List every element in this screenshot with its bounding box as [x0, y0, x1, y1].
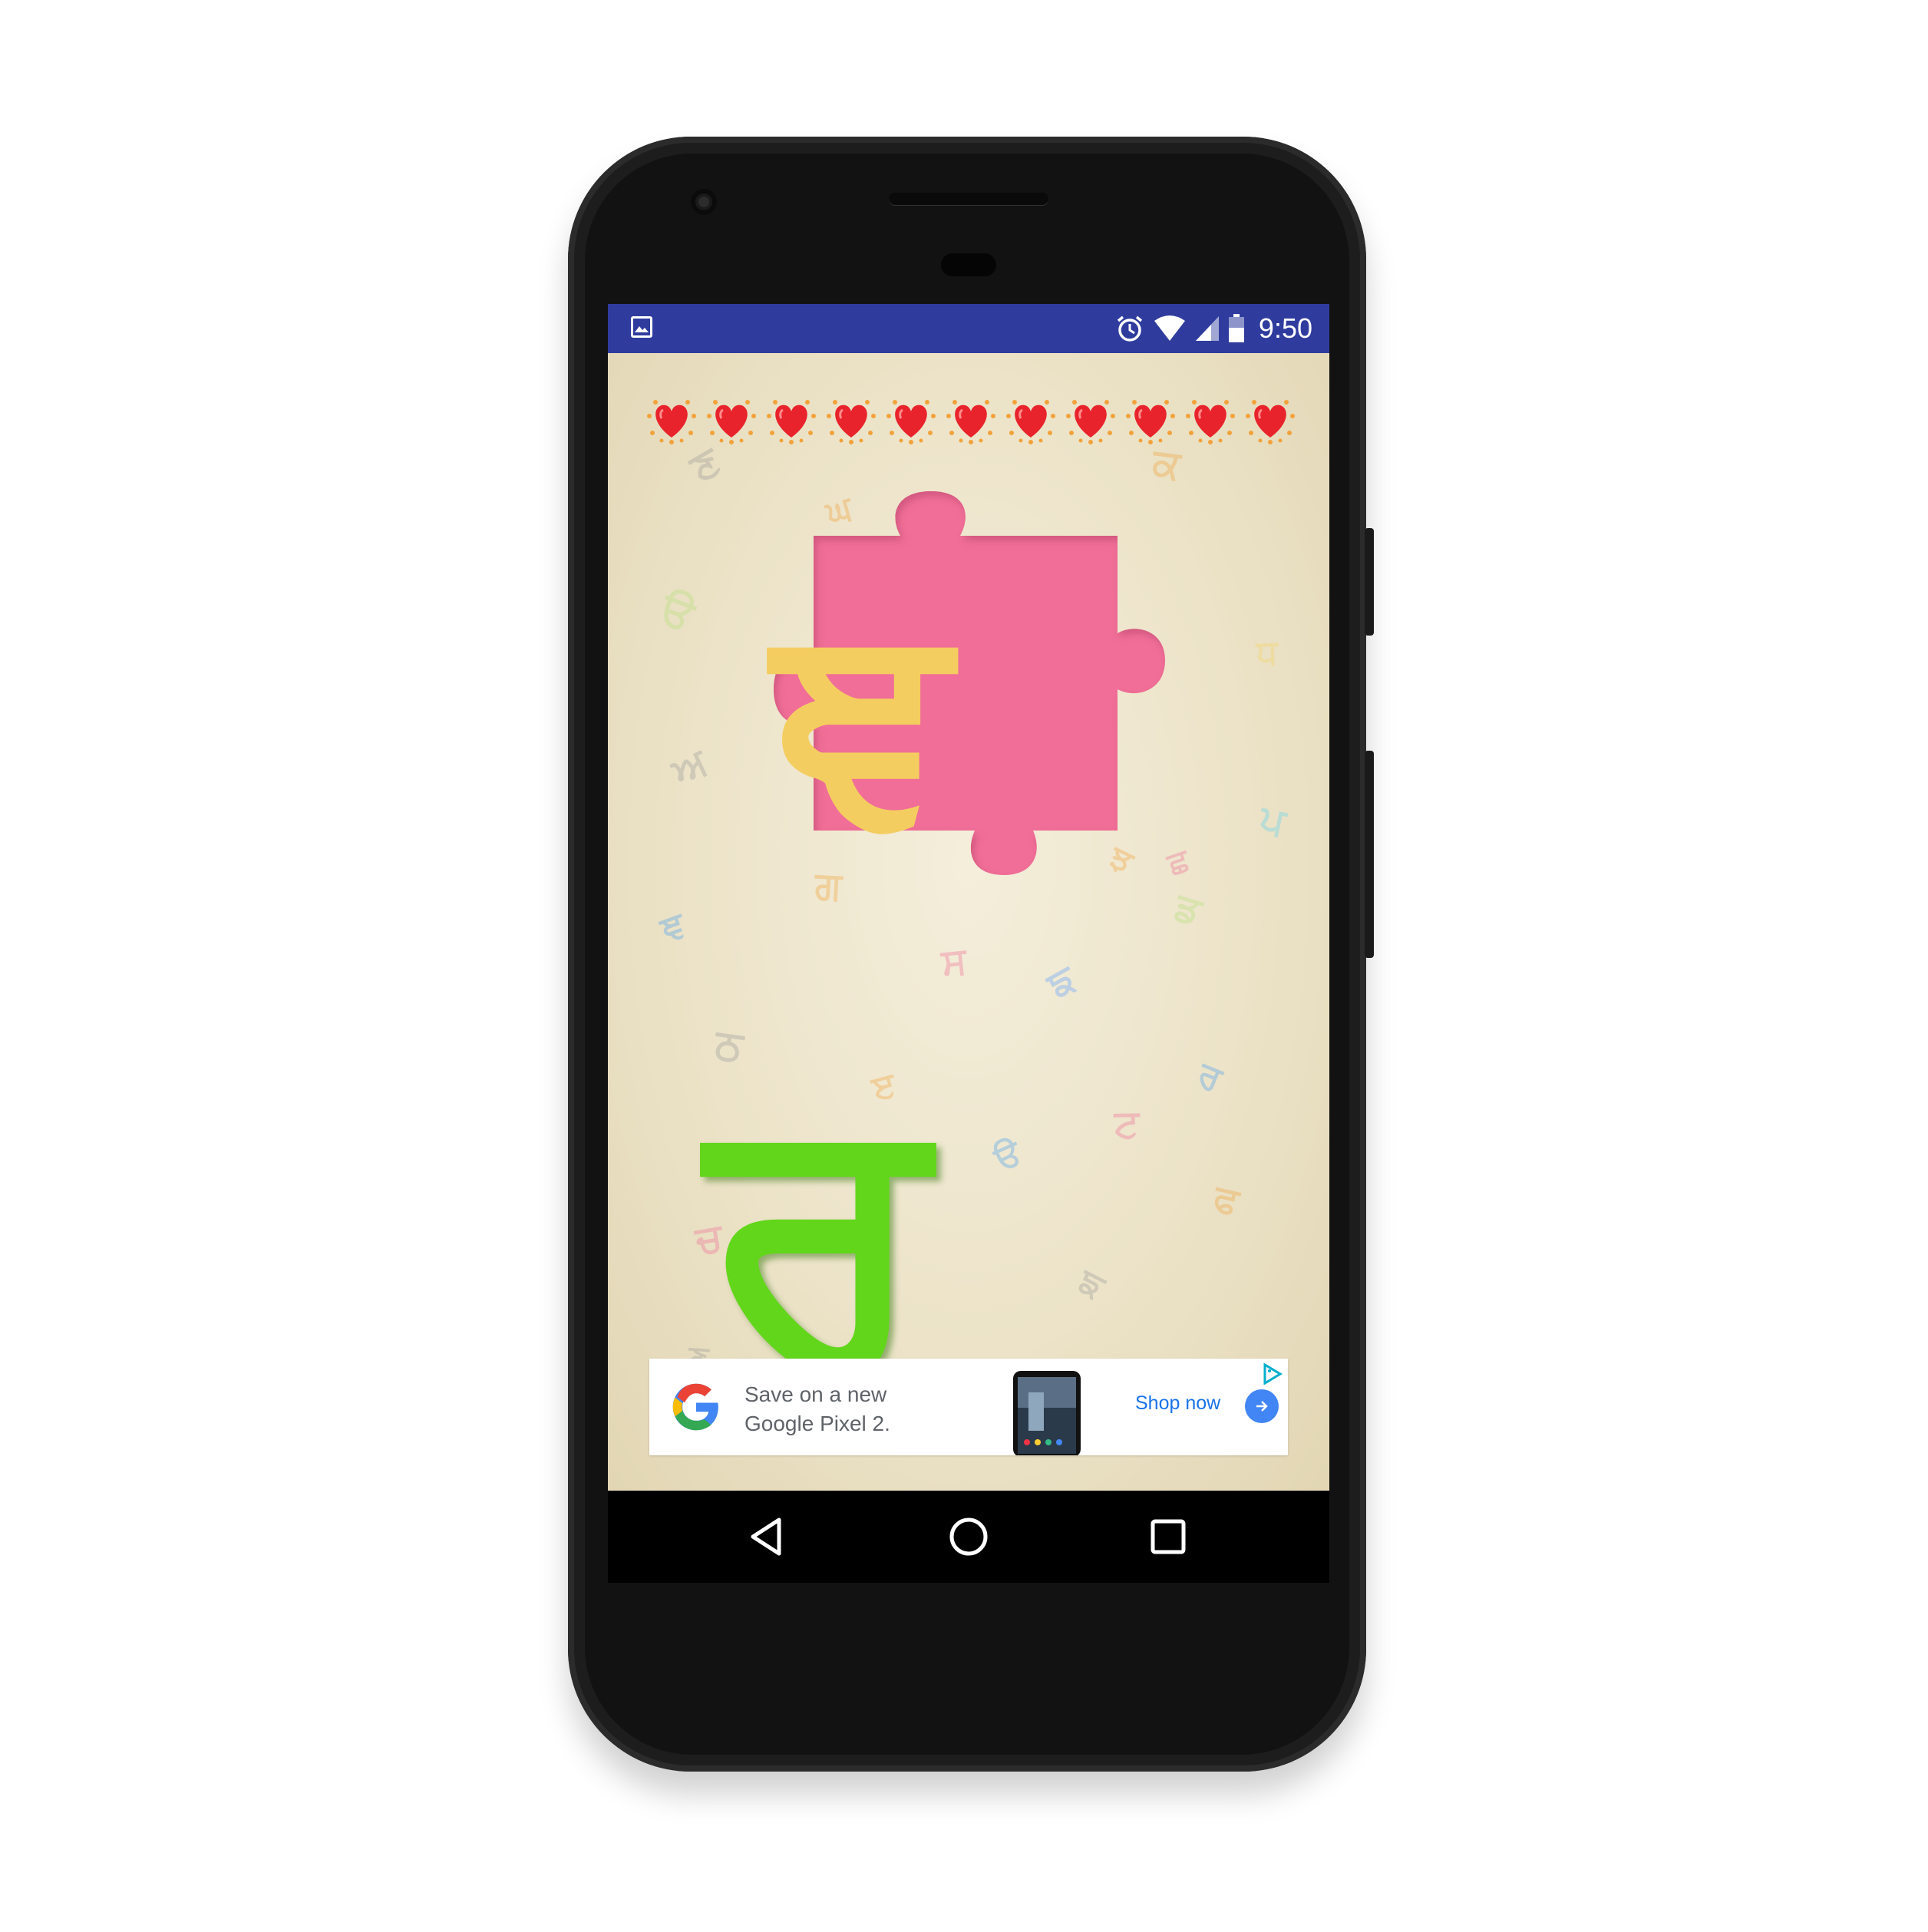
clock: 9:50: [1258, 312, 1312, 344]
image-icon: [631, 316, 652, 338]
phone-screen: 9:50 ਣਕਘੳਧਅਪਹਝਗਞਡਸਙਠੲਰਟੳਫਚਙਣਛਲ ਞ: [608, 304, 1329, 1491]
battery-icon: [1228, 314, 1244, 342]
heart-icon: [884, 393, 938, 447]
background-letter: ਞ: [655, 903, 691, 950]
heart-icon: [764, 393, 818, 447]
ad-headline: Save on a new Google Pixel 2.: [744, 1380, 890, 1438]
background-letter: ਟ: [1114, 1101, 1140, 1147]
heart-icon: [1243, 393, 1297, 447]
back-icon[interactable]: [738, 1509, 794, 1564]
background-letter: ਪ: [1256, 796, 1290, 845]
heart-icon: [1004, 393, 1058, 447]
navigation-bar: [608, 1491, 1329, 1583]
game-area[interactable]: ਣਕਘੳਧਅਪਹਝਗਞਡਸਙਠੲਰਟੳਫਚਙਣਛਲ ਞ ਰ: [608, 353, 1329, 1491]
ad-banner[interactable]: Save on a new Google Pixel 2. Shop now: [649, 1359, 1288, 1455]
status-icons: 9:50: [1114, 312, 1312, 345]
front-camera: [691, 189, 717, 215]
alarm-icon: [1117, 315, 1143, 342]
background-letter: ੳ: [653, 583, 702, 642]
background-letter: ਕ: [1150, 440, 1184, 489]
home-icon[interactable]: [941, 1509, 996, 1564]
background-letter: ਫ: [1210, 1176, 1243, 1224]
heart-icon: [944, 393, 998, 447]
power-button: [1365, 528, 1374, 636]
volume-button: [1365, 751, 1374, 958]
background-letter: ਛ: [1163, 841, 1194, 883]
background-letter: ਙ: [1071, 1260, 1111, 1307]
recents-icon[interactable]: [1141, 1509, 1196, 1564]
heart-icon: [645, 393, 698, 447]
ad-line-2: Google Pixel 2.: [744, 1412, 890, 1435]
background-letter: ੳ: [989, 1132, 1027, 1179]
earpiece-speaker: [889, 193, 1048, 205]
status-bar: 9:50: [608, 304, 1329, 353]
heart-icon: [1124, 393, 1177, 447]
heart-icon: [1184, 393, 1237, 447]
ad-phone-image: [1013, 1371, 1081, 1455]
heart-icon: [824, 393, 878, 447]
adchoices-icon[interactable]: [1260, 1362, 1285, 1386]
ad-cta-text[interactable]: Shop now: [1135, 1392, 1220, 1415]
heart-icon: [705, 393, 758, 447]
background-letter: ਙ: [1039, 956, 1084, 1008]
background-letter: ਸ: [939, 939, 969, 985]
lives-hearts: [645, 393, 1297, 447]
background-letter: ਰ: [1192, 1052, 1228, 1100]
proximity-sensor: [941, 253, 996, 276]
signal-icon: [1195, 316, 1219, 341]
background-letter: ਡ: [1170, 883, 1207, 934]
background-letter: ਧ: [1256, 632, 1279, 673]
background-letter: ਅ: [665, 739, 715, 794]
wifi-icon: [1154, 315, 1185, 341]
puzzle-letter: ਞ: [772, 559, 950, 880]
ad-line-1: Save on a new: [744, 1382, 887, 1406]
arrow-right-icon[interactable]: [1245, 1389, 1279, 1423]
heart-icon: [1064, 393, 1118, 447]
google-g-icon: [672, 1383, 718, 1431]
